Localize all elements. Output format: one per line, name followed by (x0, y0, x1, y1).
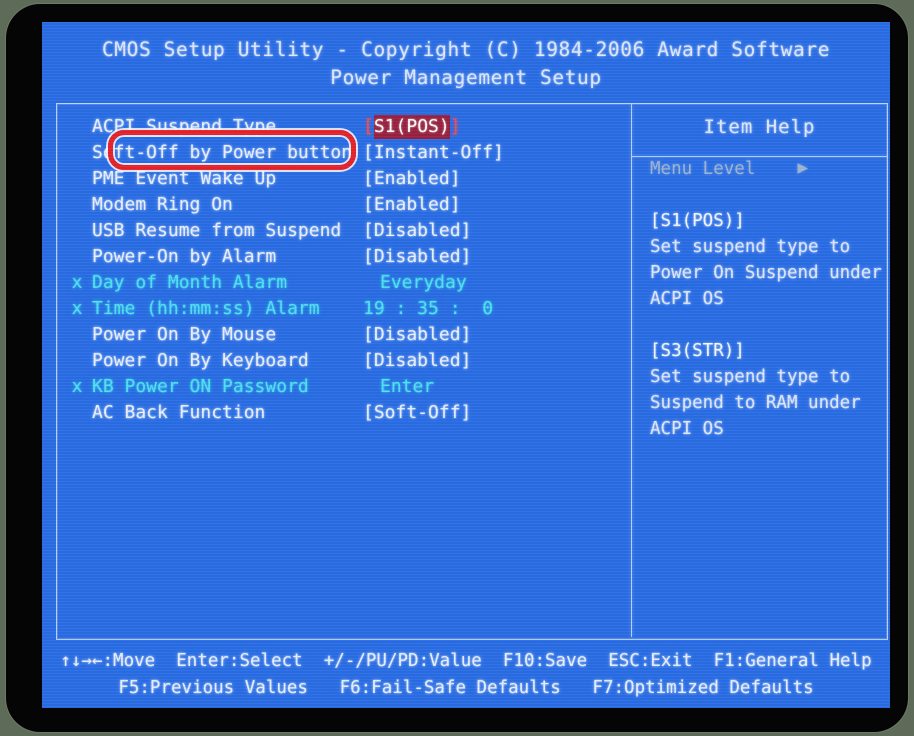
setting-row[interactable]: USB Resume from Suspend [Disabled] (57, 218, 631, 244)
setting-label: KB Power ON Password (92, 376, 309, 397)
help-text-block: [S1(POS)] Set suspend type to Power On Sus… (632, 208, 887, 442)
setting-row[interactable]: Power On By Mouse [Disabled] (57, 322, 631, 348)
setting-row[interactable]: ACPI Suspend Type [S1(POS)] (57, 114, 631, 140)
setting-disabled-marker: x (71, 272, 83, 293)
help-text-line: [S3(STR)] (650, 341, 745, 361)
menu-level-row: Menu Level ▶ (632, 156, 887, 182)
help-text-line: Suspend to RAM under (650, 393, 861, 413)
setting-value[interactable]: Everyday (380, 270, 467, 296)
help-text-line: ACPI OS (650, 419, 724, 439)
monitor-bezel: CMOS Setup Utility - Copyright (C) 1984-… (6, 4, 908, 732)
setting-label: PME Event Wake Up (92, 168, 277, 189)
setting-value[interactable]: [Soft-Off] (363, 400, 471, 426)
item-help-title: Item Help (703, 116, 816, 138)
setting-row[interactable]: x Day of Month Alarm Everyday (57, 270, 631, 296)
setting-value[interactable]: [Enabled] (363, 192, 461, 218)
setting-label: Power-On by Alarm (92, 246, 277, 267)
setting-row[interactable]: Modem Ring On [Enabled] (57, 192, 631, 218)
key-legend-footer: ↑↓→←:Move Enter:Select +/-/PU/PD:Value F… (42, 648, 890, 702)
help-text-line: Set suspend type to (650, 237, 851, 257)
setting-row[interactable]: Power-On by Alarm [Disabled] (57, 244, 631, 270)
setting-value[interactable]: [Disabled] (363, 322, 471, 348)
setting-value[interactable]: [Disabled] (363, 348, 471, 374)
bios-copyright-title: CMOS Setup Utility - Copyright (C) 1984-… (101, 38, 831, 61)
bios-page-title: Power Management Setup (330, 66, 602, 89)
setting-value[interactable]: [Disabled] (363, 218, 471, 244)
setting-disabled-marker: x (71, 298, 83, 319)
setting-row[interactable]: AC Back Function [Soft-Off] (57, 400, 631, 426)
setting-label: Time (hh:mm:ss) Alarm (92, 298, 320, 319)
setting-value[interactable]: [Enabled] (363, 166, 461, 192)
screen-title-block: CMOS Setup Utility - Copyright (C) 1984-… (42, 36, 890, 92)
setting-label: Soft-Off by Power button (92, 142, 353, 163)
chevron-right-icon: ▶ (797, 158, 809, 178)
setting-row[interactable]: Soft-Off by Power button [Instant-Off] (57, 140, 631, 166)
setting-value[interactable]: 19 : 35 : 0 (363, 296, 493, 322)
setting-label: USB Resume from Suspend (92, 220, 342, 241)
setting-value[interactable]: [Disabled] (363, 244, 471, 270)
setting-row[interactable]: PME Event Wake Up [Enabled] (57, 166, 631, 192)
help-text-line: [S1(POS)] (650, 211, 745, 231)
help-text-line: Set suspend type to (650, 367, 851, 387)
setting-row[interactable]: Power On By Keyboard [Disabled] (57, 348, 631, 374)
settings-menu-list: ACPI Suspend Type [S1(POS)] Soft-Off by Po… (57, 114, 631, 426)
setting-row[interactable]: x Time (hh:mm:ss) Alarm 19 : 35 : 0 (57, 296, 631, 322)
setting-disabled-marker: x (71, 376, 83, 397)
setting-label: AC Back Function (92, 402, 266, 423)
help-text-line: Power On Suspend under (650, 263, 882, 283)
setting-label: Modem Ring On (92, 194, 233, 215)
key-legend-line-1: ↑↓→←:Move Enter:Select +/-/PU/PD:Value F… (60, 651, 872, 671)
help-spacer (632, 182, 887, 208)
setting-label: Power On By Mouse (92, 324, 277, 345)
setting-label: Day of Month Alarm (92, 272, 288, 293)
setup-frame: ACPI Suspend Type [S1(POS)] Soft-Off by Po… (56, 103, 888, 640)
setting-value[interactable]: [S1(POS)] (363, 114, 461, 140)
setting-value[interactable]: [Instant-Off] (363, 140, 504, 166)
help-spacer (632, 312, 887, 338)
setting-label: ACPI Suspend Type (92, 116, 277, 137)
key-legend-line-2: F5:Previous Values F6:Fail-Safe Defaults… (118, 678, 814, 698)
menu-level-label: Menu Level (650, 159, 756, 179)
item-help-body: Menu Level ▶ [S1(POS)] Set suspend type t… (632, 156, 887, 442)
bios-screen: CMOS Setup Utility - Copyright (C) 1984-… (42, 22, 890, 708)
setting-row[interactable]: x KB Power ON Password Enter (57, 374, 631, 400)
setting-label: Power On By Keyboard (92, 350, 309, 371)
help-text-line: ACPI OS (650, 289, 724, 309)
setting-value[interactable]: Enter (380, 374, 434, 400)
selected-value-highlight: S1(POS) (373, 115, 450, 139)
